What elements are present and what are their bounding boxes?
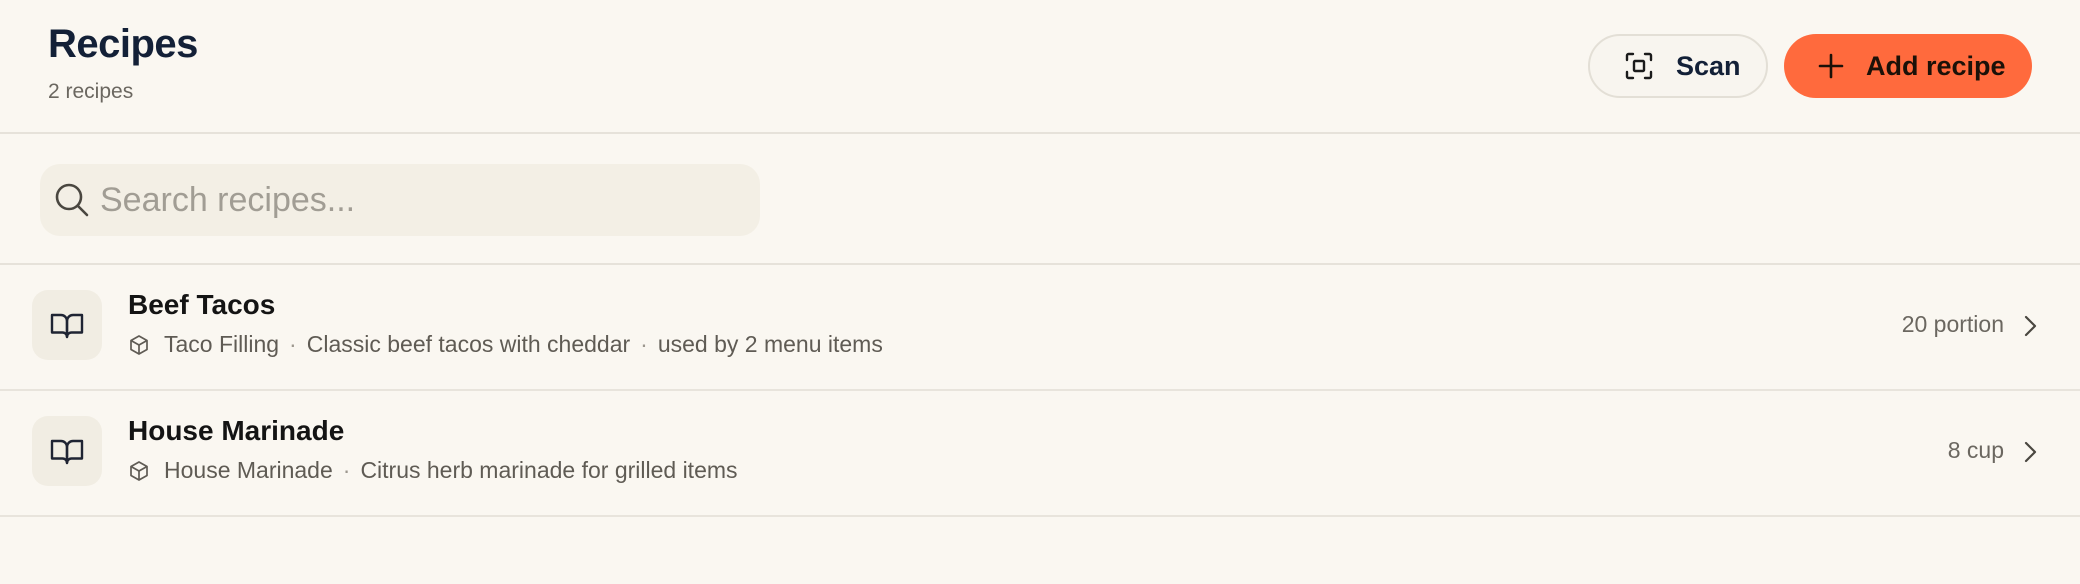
chevron-right-icon — [2024, 315, 2037, 337]
list-item[interactable]: Beef Tacos Taco Filling · Classic beef t… — [0, 265, 2080, 391]
recipe-usage: used by 2 menu items — [657, 331, 883, 357]
recipe-component: Taco Filling — [164, 331, 280, 357]
scan-button-label: Scan — [1676, 50, 1741, 81]
recipe-description: Classic beef tacos with cheddar — [306, 331, 631, 357]
recipe-list: Beef Tacos Taco Filling · Classic beef t… — [0, 265, 2080, 517]
recipe-yield: 20 portion — [1901, 311, 2004, 337]
recipe-count: 2 recipes — [48, 80, 134, 103]
recipe-description: Citrus herb marinade for grilled items — [360, 457, 738, 483]
separator-dot: · — [342, 457, 351, 483]
recipes-page: Recipes 2 recipes Scan Add recipe Search… — [0, 0, 2080, 584]
chevron-right-icon — [2024, 441, 2037, 463]
book-open-icon — [50, 313, 84, 339]
recipe-component: House Marinade — [164, 457, 333, 483]
page-header: Recipes 2 recipes Scan Add recipe — [0, 0, 2080, 134]
recipe-yield: 8 cup — [1947, 437, 2004, 463]
recipe-name: House Marinade — [128, 415, 345, 446]
separator-dot: · — [289, 331, 297, 357]
search-box[interactable] — [40, 164, 760, 236]
recipe-thumbnail — [32, 290, 102, 360]
recipe-meta: House Marinade · Citrus herb marinade fo… — [128, 457, 738, 484]
scan-icon — [1624, 51, 1654, 81]
recipe-meta: Taco Filling · Classic beef tacos with c… — [128, 331, 883, 358]
cube-icon — [128, 334, 150, 356]
search-icon — [52, 180, 92, 220]
recipe-name: Beef Tacos — [128, 289, 276, 320]
scan-button[interactable]: Scan — [1588, 34, 1768, 98]
recipe-thumbnail — [32, 416, 102, 486]
search-section — [0, 134, 2080, 265]
list-item[interactable]: House Marinade House Marinade · Citrus h… — [0, 391, 2080, 517]
plus-icon — [1816, 51, 1846, 81]
cube-icon — [128, 460, 150, 482]
add-recipe-button-label: Add recipe — [1866, 50, 2006, 81]
book-open-icon — [50, 439, 84, 465]
page-title: Recipes — [48, 22, 198, 66]
add-recipe-button[interactable]: Add recipe — [1784, 34, 2032, 98]
separator-dot: · — [640, 331, 648, 357]
search-input[interactable] — [100, 164, 740, 236]
